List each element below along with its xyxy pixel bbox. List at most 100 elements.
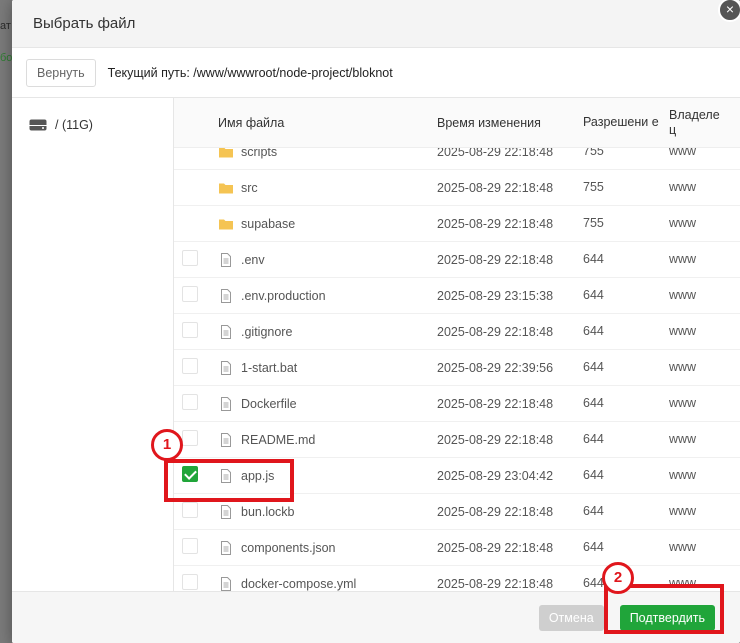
dialog-title: Выбрать файл bbox=[33, 15, 136, 32]
table-row[interactable]: app.js 2025-08-29 23:04:42 644 www bbox=[174, 458, 740, 494]
row-checkbox[interactable] bbox=[182, 394, 198, 410]
name-cell[interactable]: components.json bbox=[206, 540, 437, 556]
table-row[interactable]: .env.production 2025-08-29 23:15:38 644 www bbox=[174, 278, 740, 314]
row-checkbox[interactable] bbox=[182, 574, 198, 590]
file-name: .env.production bbox=[241, 288, 326, 303]
owner: www bbox=[669, 148, 697, 158]
file-table: Имя файла Время изменения Разрешени е Вл… bbox=[174, 98, 740, 591]
permissions: 644 bbox=[583, 252, 604, 266]
owner: www bbox=[669, 180, 697, 194]
permissions: 755 bbox=[583, 216, 604, 230]
drive-label: / (11G) bbox=[55, 118, 93, 132]
owner: www bbox=[669, 360, 697, 374]
hard-drive-icon bbox=[29, 119, 47, 131]
name-cell[interactable]: src bbox=[206, 180, 437, 196]
file-icon bbox=[221, 396, 231, 411]
close-icon[interactable]: × bbox=[718, 0, 740, 22]
sidebar: / (11G) bbox=[12, 98, 174, 591]
header-time[interactable]: Время изменения bbox=[437, 116, 583, 130]
back-button[interactable]: Вернуть bbox=[26, 58, 96, 87]
owner: www bbox=[669, 216, 697, 230]
folder-icon bbox=[219, 219, 233, 229]
name-cell[interactable]: app.js bbox=[206, 468, 437, 484]
file-name: Dockerfile bbox=[241, 396, 297, 411]
table-row[interactable]: .gitignore 2025-08-29 22:18:48 644 www bbox=[174, 314, 740, 350]
file-icon bbox=[221, 324, 231, 339]
modified-time: 2025-08-29 22:18:48 bbox=[437, 576, 554, 591]
header-owner[interactable]: Владеле ц bbox=[669, 108, 729, 138]
name-cell[interactable]: .env bbox=[206, 252, 437, 268]
current-path: Текущий путь: /www/wwwroot/node-project/… bbox=[107, 65, 393, 80]
file-name: .env bbox=[241, 252, 265, 267]
row-checkbox[interactable] bbox=[182, 286, 198, 302]
table-row[interactable]: 1-start.bat 2025-08-29 22:39:56 644 www bbox=[174, 350, 740, 386]
table-row[interactable]: .env 2025-08-29 22:18:48 644 www bbox=[174, 242, 740, 278]
row-checkbox[interactable] bbox=[182, 358, 198, 374]
path-bar: Вернуть Текущий путь: /www/wwwroot/node-… bbox=[12, 48, 740, 98]
permissions: 755 bbox=[583, 148, 604, 158]
name-cell[interactable]: .gitignore bbox=[206, 324, 437, 340]
checkbox-cell bbox=[174, 322, 206, 341]
modified-time: 2025-08-29 22:18:48 bbox=[437, 540, 554, 555]
modified-time: 2025-08-29 22:18:48 bbox=[437, 396, 554, 411]
modified-time: 2025-08-29 22:18:48 bbox=[437, 432, 554, 447]
table-row[interactable]: README.md 2025-08-29 22:18:48 644 www bbox=[174, 422, 740, 458]
table-row[interactable]: scripts 2025-08-29 22:18:48 755 www bbox=[174, 148, 740, 170]
row-checkbox[interactable] bbox=[182, 466, 198, 482]
background-text: бо bbox=[0, 52, 13, 64]
file-name: src bbox=[241, 180, 258, 195]
owner: www bbox=[669, 288, 697, 302]
name-cell[interactable]: 1-start.bat bbox=[206, 360, 437, 376]
file-icon bbox=[221, 360, 231, 375]
name-cell[interactable]: README.md bbox=[206, 432, 437, 448]
table-row[interactable]: bun.lockb 2025-08-29 22:18:48 644 www bbox=[174, 494, 740, 530]
file-icon bbox=[221, 252, 231, 267]
name-cell[interactable]: scripts bbox=[206, 148, 437, 160]
file-name: components.json bbox=[241, 540, 336, 555]
cancel-button[interactable]: Отмена bbox=[538, 604, 604, 631]
modified-time: 2025-08-29 22:39:56 bbox=[437, 360, 554, 375]
annotation-step-2: 2 bbox=[602, 562, 634, 594]
row-checkbox[interactable] bbox=[182, 322, 198, 338]
annotation-step-1: 1 bbox=[151, 429, 183, 461]
table-row[interactable]: src 2025-08-29 22:18:48 755 www bbox=[174, 170, 740, 206]
name-cell[interactable]: Dockerfile bbox=[206, 396, 437, 412]
name-cell[interactable]: supabase bbox=[206, 216, 437, 232]
table-body[interactable]: scripts 2025-08-29 22:18:48 755 www src 2025-… bbox=[174, 148, 740, 591]
name-cell[interactable]: .env.production bbox=[206, 288, 437, 304]
file-icon bbox=[221, 576, 231, 591]
modified-time: 2025-08-29 23:04:42 bbox=[437, 468, 554, 483]
folder-icon bbox=[219, 148, 233, 157]
file-name: scripts bbox=[241, 148, 278, 159]
file-name: app.js bbox=[241, 468, 275, 483]
file-name: supabase bbox=[241, 216, 296, 231]
file-name: .gitignore bbox=[241, 324, 293, 339]
table-row[interactable]: components.json 2025-08-29 22:18:48 644 www bbox=[174, 530, 740, 566]
row-checkbox[interactable] bbox=[182, 430, 198, 446]
file-icon bbox=[221, 432, 231, 447]
owner: www bbox=[669, 576, 697, 590]
permissions: 644 bbox=[583, 396, 604, 410]
row-checkbox[interactable] bbox=[182, 538, 198, 554]
name-cell[interactable]: docker-compose.yml bbox=[206, 576, 437, 592]
table-row[interactable]: Dockerfile 2025-08-29 22:18:48 644 www bbox=[174, 386, 740, 422]
table-row[interactable]: supabase 2025-08-29 22:18:48 755 www bbox=[174, 206, 740, 242]
name-cell[interactable]: bun.lockb bbox=[206, 504, 437, 520]
header-name[interactable]: Имя файла bbox=[206, 116, 437, 130]
header-perm[interactable]: Разрешени е bbox=[583, 115, 669, 130]
checkbox-cell bbox=[174, 286, 206, 305]
permissions: 644 bbox=[583, 468, 604, 482]
sidebar-item-drive[interactable]: / (11G) bbox=[12, 118, 173, 132]
checkbox-cell bbox=[174, 394, 206, 413]
row-checkbox[interactable] bbox=[182, 502, 198, 518]
table-row[interactable]: docker-compose.yml 2025-08-29 22:18:48 644… bbox=[174, 566, 740, 591]
row-checkbox[interactable] bbox=[182, 250, 198, 266]
permissions: 644 bbox=[583, 432, 604, 446]
file-name: 1-start.bat bbox=[241, 360, 298, 375]
owner: www bbox=[669, 396, 697, 410]
file-picker-dialog: Выбрать файл Вернуть Текущий путь: /www/… bbox=[12, 0, 740, 643]
file-icon bbox=[221, 504, 231, 519]
confirm-button[interactable]: Подтвердить bbox=[619, 604, 715, 631]
table-header: Имя файла Время изменения Разрешени е Вл… bbox=[174, 98, 740, 148]
owner: www bbox=[669, 432, 697, 446]
